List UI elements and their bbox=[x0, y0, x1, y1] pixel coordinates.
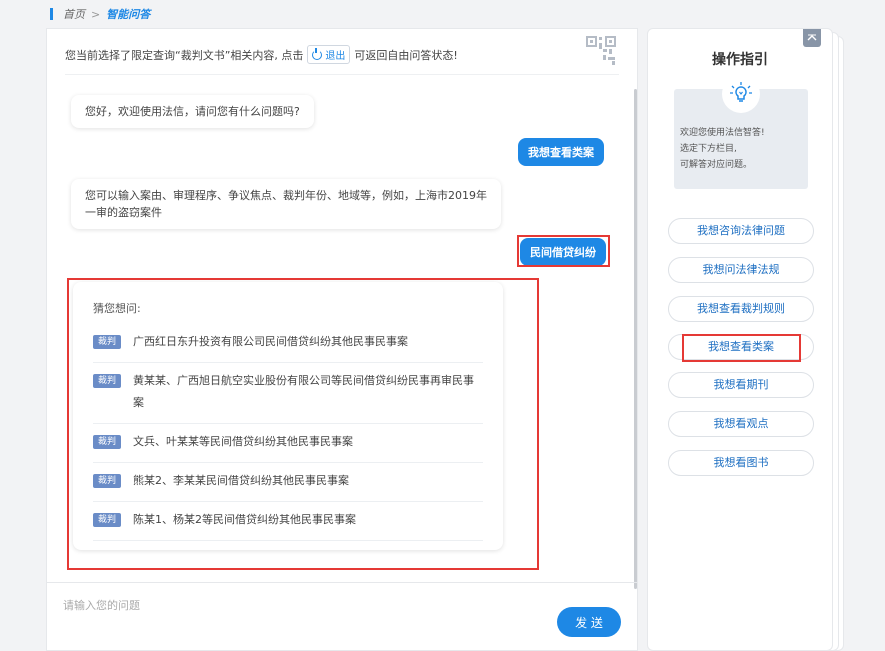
tip-line: 可解答对应问题。 bbox=[680, 160, 753, 170]
highlight-box-user-msg bbox=[517, 235, 610, 267]
user-message-1: 我想查看类案 bbox=[518, 138, 604, 166]
breadcrumb-separator: > bbox=[91, 7, 101, 21]
power-icon bbox=[312, 47, 323, 60]
chat-panel: 您当前选择了限定查询“裁判文书”相关内容, 点击 退出 可返回自由问答状态! 您… bbox=[46, 28, 638, 651]
highlight-box-similar-cases bbox=[682, 334, 801, 362]
bot-message-greeting: 您好，欢迎使用法信，请问您有什么问题吗? bbox=[71, 95, 314, 128]
breadcrumb-marker bbox=[50, 8, 53, 20]
tip-text: 欢迎您使用法信智答! 选定下方栏目, 可解答对应问题。 bbox=[680, 125, 765, 173]
tip-line: 欢迎您使用法信智答! bbox=[680, 128, 765, 138]
restriction-notice: 您当前选择了限定查询“裁判文书”相关内容, 点击 退出 可返回自由问答状态! bbox=[65, 45, 458, 64]
option-legal-consult[interactable]: 我想咨询法律问题 bbox=[668, 218, 814, 244]
chevron-up-icon[interactable] bbox=[803, 29, 821, 47]
question-input-area[interactable]: 请输入您的问题 发 送 bbox=[47, 582, 637, 650]
breadcrumb-home[interactable]: 首页 bbox=[63, 6, 85, 22]
breadcrumb-current: 智能问答 bbox=[106, 8, 151, 21]
highlight-box-suggestions bbox=[67, 278, 539, 570]
option-journals[interactable]: 我想看期刊 bbox=[668, 372, 814, 398]
exit-label: 退出 bbox=[325, 51, 346, 62]
tip-line: 选定下方栏目, bbox=[680, 144, 737, 154]
notice-text-after: 可返回自由问答状态! bbox=[354, 48, 458, 62]
chat-scrollbar[interactable] bbox=[634, 89, 637, 589]
bot-message-reply: 您可以输入案由、审理程序、争议焦点、裁判年份、地域等，例如，上海市2019年一审… bbox=[71, 179, 501, 229]
breadcrumb: 首页 > 智能问答 bbox=[50, 6, 150, 22]
guide-sidebar: 操作指引 欢迎您使用法信智答! 选定下方栏目, 可解答对应问题。 我想咨询法律问… bbox=[647, 28, 833, 651]
qr-code-icon[interactable] bbox=[585, 35, 617, 67]
notice-text-before: 您当前选择了限定查询“裁判文书”相关内容, 点击 bbox=[65, 48, 304, 62]
notice-divider bbox=[65, 74, 619, 75]
option-viewpoints[interactable]: 我想看观点 bbox=[668, 411, 814, 437]
question-input-placeholder: 请输入您的问题 bbox=[63, 599, 140, 612]
option-books[interactable]: 我想看图书 bbox=[668, 450, 814, 476]
option-laws-regulations[interactable]: 我想问法律法规 bbox=[668, 257, 814, 283]
exit-button[interactable]: 退出 bbox=[307, 45, 351, 64]
send-button[interactable]: 发 送 bbox=[557, 607, 621, 637]
guide-tip-box: 欢迎您使用法信智答! 选定下方栏目, 可解答对应问题。 bbox=[674, 75, 808, 189]
sidebar-title: 操作指引 bbox=[712, 52, 768, 68]
lightbulb-icon bbox=[722, 75, 760, 113]
option-judgment-rules[interactable]: 我想查看裁判规则 bbox=[668, 296, 814, 322]
